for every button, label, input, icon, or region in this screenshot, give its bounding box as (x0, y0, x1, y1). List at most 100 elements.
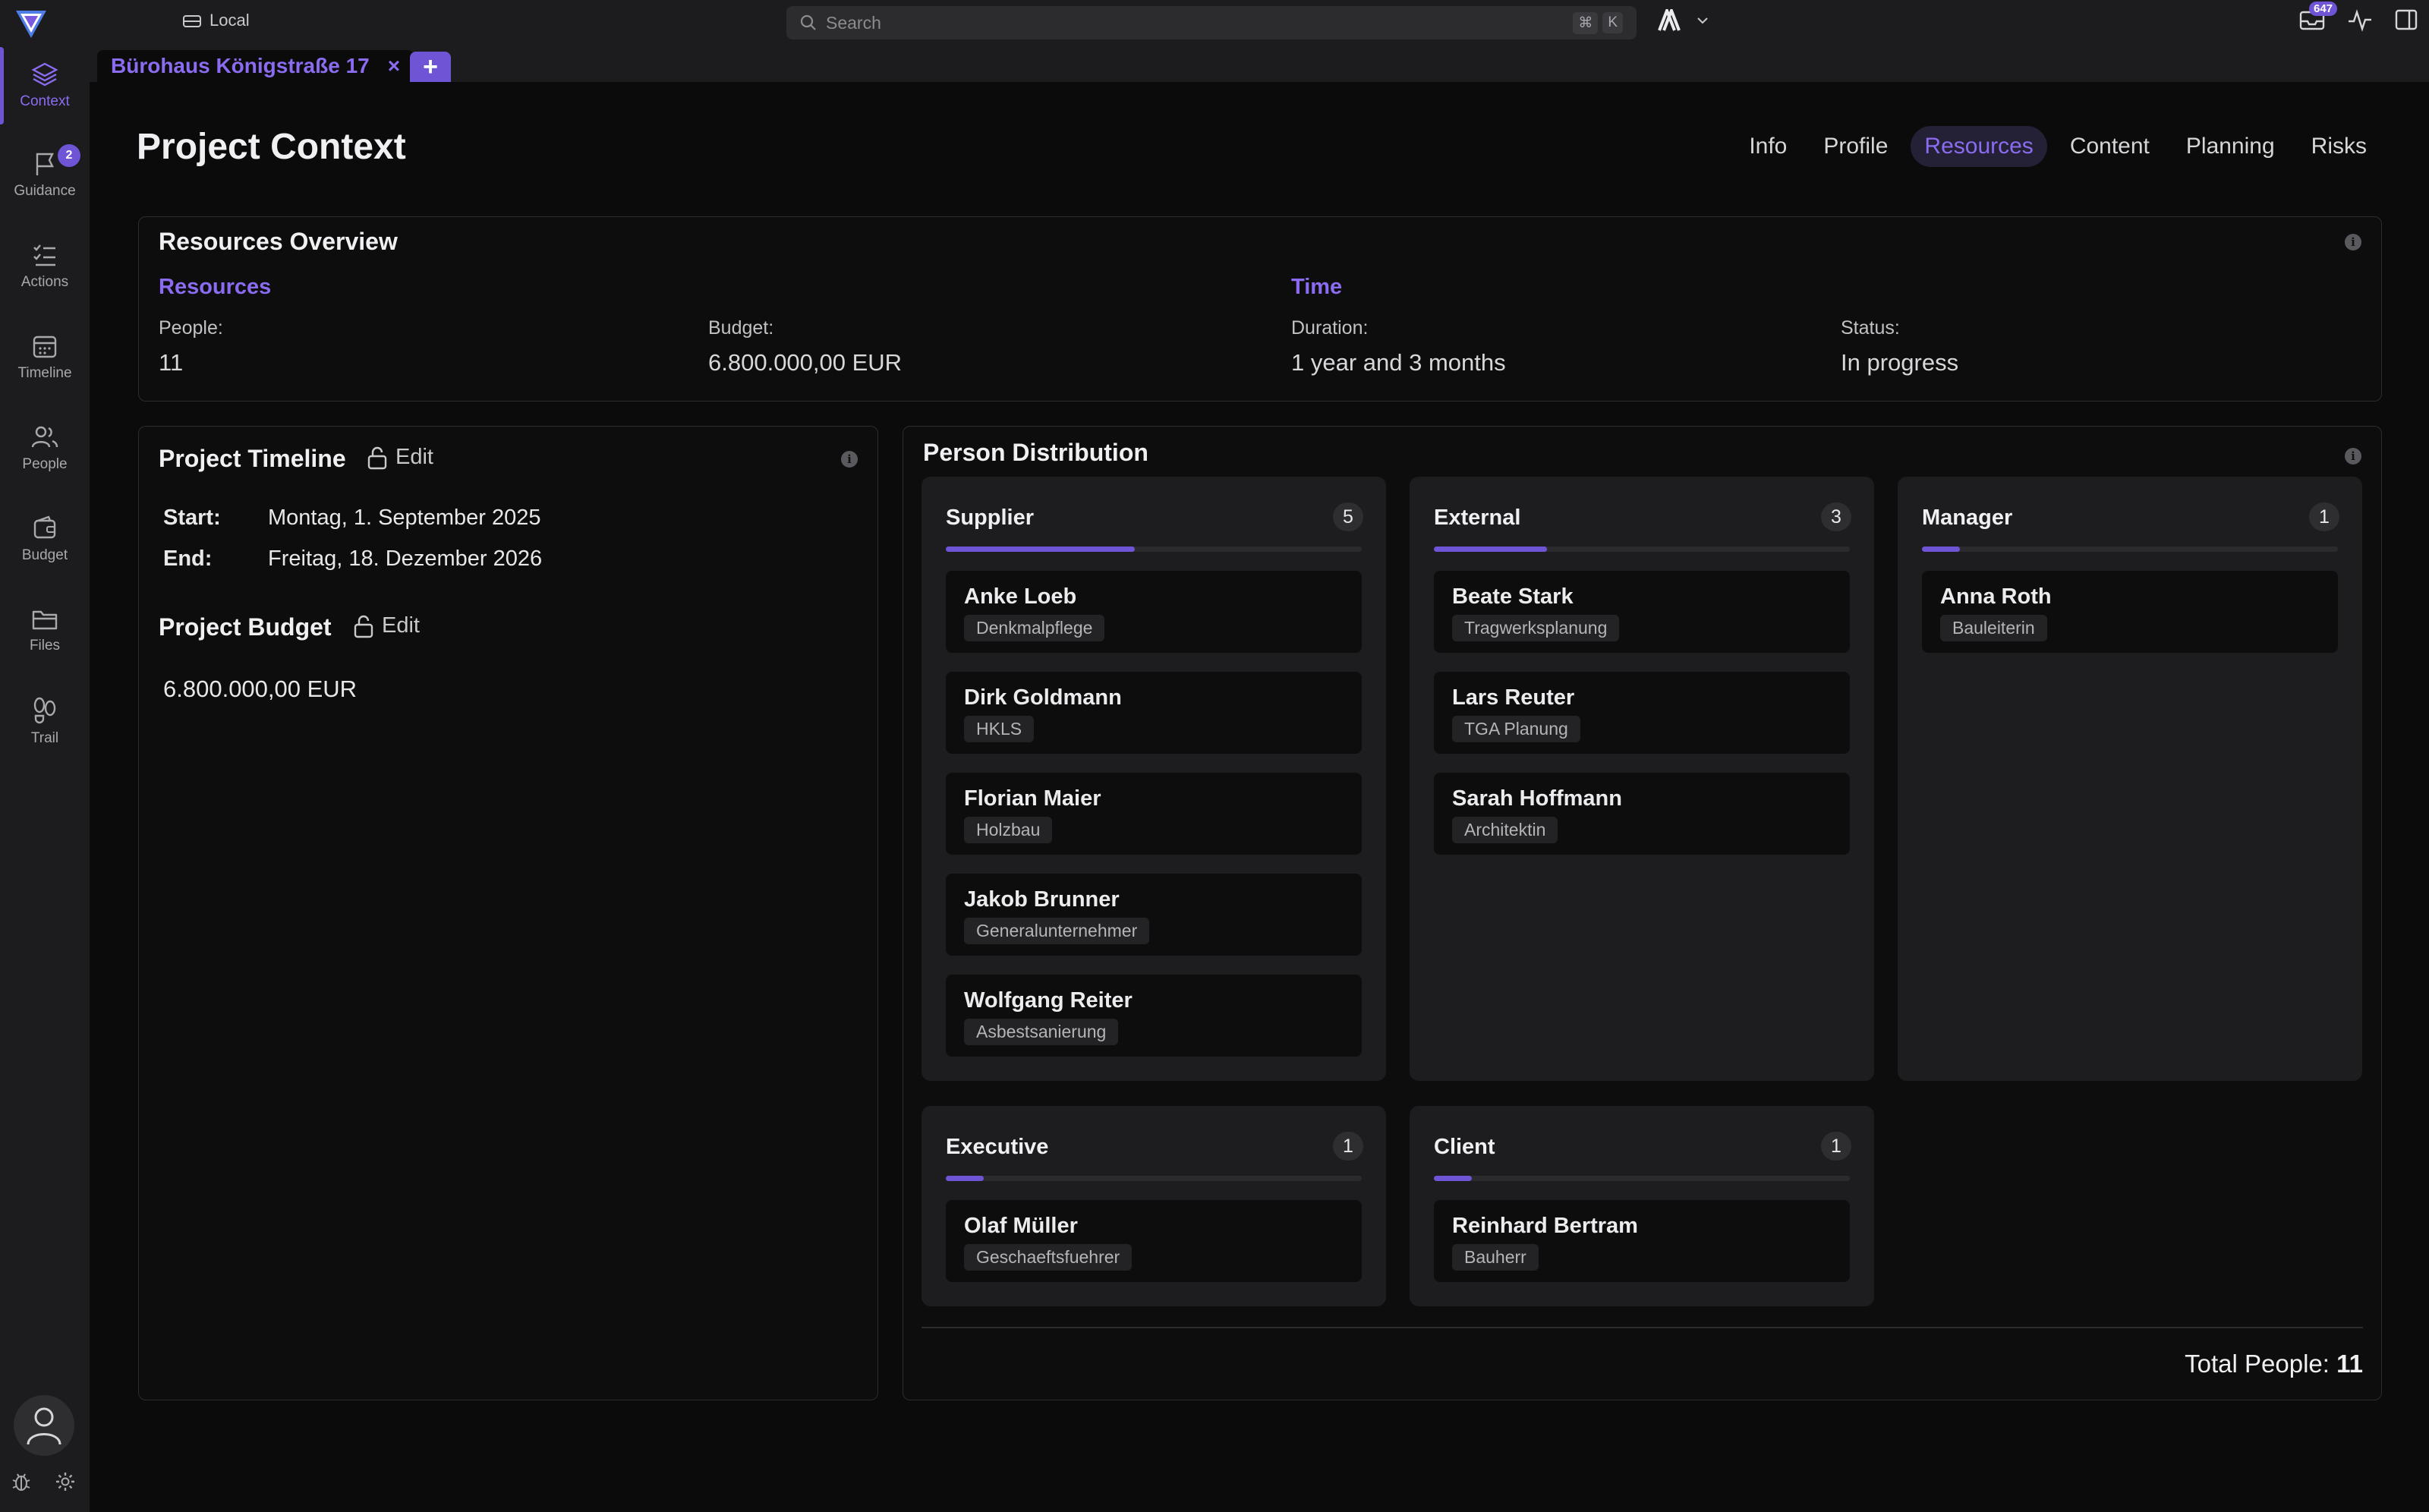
person-name: Florian Maier (964, 786, 1101, 811)
search-placeholder: Search (826, 12, 881, 33)
info-icon[interactable]: i (2345, 448, 2361, 465)
sidebar-item-trail[interactable]: Trail (0, 680, 90, 764)
person-card[interactable]: Sarah Hoffmann Architektin (1434, 773, 1850, 855)
group-share-bar (1922, 547, 2338, 552)
person-card[interactable]: Dirk Goldmann HKLS (946, 672, 1362, 754)
environment-indicator[interactable]: Local (182, 11, 250, 30)
person-role-tag: TGA Planung (1452, 716, 1580, 742)
info-icon[interactable]: i (841, 451, 858, 468)
sidebar-item-label: Trail (30, 730, 59, 746)
sidebar-item-label: People (22, 456, 68, 472)
checklist-icon (32, 242, 58, 268)
group-share-fill (1434, 547, 1547, 552)
bug-icon[interactable] (11, 1471, 32, 1492)
resources-overview-card: Resources Overview i Resources Time Peop… (138, 216, 2382, 402)
chevron-down-icon (1696, 16, 1709, 25)
tab-risks[interactable]: Risks (2298, 126, 2380, 167)
person-card[interactable]: Lars Reuter TGA Planung (1434, 672, 1850, 754)
panel-toggle-icon[interactable] (2394, 8, 2418, 32)
person-card[interactable]: Anna Roth Bauleiterin (1922, 571, 2338, 653)
timeline-title: Project Timeline (159, 445, 346, 472)
person-role-tag: Geschaeftsfuehrer (964, 1244, 1133, 1271)
start-label: Start: (163, 506, 221, 530)
activity-icon[interactable] (2347, 8, 2373, 32)
app-logo-icon[interactable] (14, 6, 49, 41)
search-input[interactable]: Search ⌘ K (786, 6, 1637, 39)
group-share-bar (1434, 547, 1850, 552)
overview-title: Resources Overview (159, 228, 398, 255)
sidebar-item-budget[interactable]: Budget (0, 498, 90, 581)
sidebar-item-label: Timeline (17, 365, 72, 381)
info-icon[interactable]: i (2345, 234, 2361, 250)
avatar[interactable] (14, 1395, 74, 1456)
sidebar-bottom-actions (11, 1471, 76, 1492)
time-heading: Time (1291, 275, 1343, 299)
group-name: External (1434, 506, 1521, 530)
group-count-badge: 1 (1821, 1132, 1851, 1161)
shortcut-modifier: ⌘ (1573, 11, 1599, 34)
edit-budget-button[interactable]: Edit (353, 613, 420, 638)
edit-label: Edit (382, 613, 420, 638)
group-name: Supplier (946, 506, 1035, 530)
person-name: Lars Reuter (1452, 685, 1575, 710)
person-role-tag: Denkmalpflege (964, 615, 1105, 641)
person-card[interactable]: Jakob Brunner Generalunternehmer (946, 874, 1362, 956)
group-share-bar (946, 1176, 1362, 1181)
sidebar-item-timeline[interactable]: Timeline (0, 316, 90, 399)
person-role-tag: Bauherr (1452, 1244, 1539, 1271)
person-role-tag: Tragwerksplanung (1452, 615, 1620, 641)
budget-title: Project Budget (159, 613, 332, 641)
group-name: Manager (1922, 506, 2013, 530)
shortcut-key: K (1602, 12, 1623, 33)
sidebar-item-people[interactable]: People (0, 407, 90, 490)
person-name: Anke Loeb (964, 584, 1077, 609)
document-tab-strip: Bürohaus Königstraße 17 × + (90, 44, 2429, 82)
environment-label: Local (210, 11, 250, 30)
inbox-button[interactable]: 647 (2298, 2, 2338, 32)
person-role-tag: Bauleiterin (1940, 615, 2047, 641)
group-count-badge: 1 (1333, 1132, 1363, 1161)
sidebar-item-context[interactable]: Context (0, 44, 90, 128)
workspace-switcher[interactable] (1658, 9, 1709, 32)
group-supplier: Supplier 5 Anke Loeb Denkmalpflege Dirk Gold… (922, 477, 1386, 1081)
people-value: 11 (159, 349, 184, 376)
sidebar-item-label: Files (29, 638, 61, 654)
footprints-icon (32, 697, 58, 724)
tab-content[interactable]: Content (2056, 126, 2163, 167)
person-card[interactable]: Florian Maier Holzbau (946, 773, 1362, 855)
person-card[interactable]: Beate Stark Tragwerksplanung (1434, 571, 1850, 653)
people-icon (31, 424, 58, 450)
budget-label: Budget: (708, 317, 774, 339)
calendar-icon (32, 333, 58, 359)
budget-amount: 6.800.000,00 EUR (163, 676, 358, 702)
tab-profile[interactable]: Profile (1810, 126, 1901, 167)
sidebar-item-guidance[interactable]: Guidance 2 (0, 134, 90, 217)
distribution-title: Person Distribution (923, 439, 1148, 466)
top-bar: Local Search ⌘ K 647 (0, 0, 2429, 44)
sidebar: Context Guidance 2 Actions Timeline Peop… (0, 44, 90, 1512)
edit-timeline-button[interactable]: Edit (367, 445, 433, 470)
total-value: 11 (2336, 1350, 2363, 1378)
tab-planning[interactable]: Planning (2172, 126, 2289, 167)
person-role-tag: HKLS (964, 716, 1035, 742)
group-name: Client (1434, 1135, 1495, 1159)
person-role-tag: Architektin (1452, 817, 1558, 843)
add-tab-button[interactable]: + (410, 52, 451, 82)
sidebar-item-actions[interactable]: Actions (0, 225, 90, 308)
tab-resources[interactable]: Resources (1911, 126, 2047, 167)
close-icon[interactable]: × (388, 54, 400, 78)
sidebar-item-label: Guidance (14, 183, 76, 199)
person-card[interactable]: Wolfgang Reiter Asbestsanierung (946, 975, 1362, 1057)
sidebar-item-label: Actions (20, 274, 69, 290)
status-label: Status: (1841, 317, 1900, 339)
tab-info[interactable]: Info (1735, 126, 1800, 167)
tab-project[interactable]: Bürohaus Königstraße 17 × (97, 50, 414, 82)
person-card[interactable]: Anke Loeb Denkmalpflege (946, 571, 1362, 653)
sidebar-item-files[interactable]: Files (0, 589, 90, 673)
gear-icon[interactable] (55, 1471, 76, 1492)
person-card[interactable]: Olaf Müller Geschaeftsfuehrer (946, 1200, 1362, 1282)
total-people: Total People: 11 (2185, 1350, 2363, 1378)
person-card[interactable]: Reinhard Bertram Bauherr (1434, 1200, 1850, 1282)
timeline-budget-card: Project Timeline Edit i Start: Montag, 1… (138, 426, 878, 1400)
group-share-bar (1434, 1176, 1850, 1181)
